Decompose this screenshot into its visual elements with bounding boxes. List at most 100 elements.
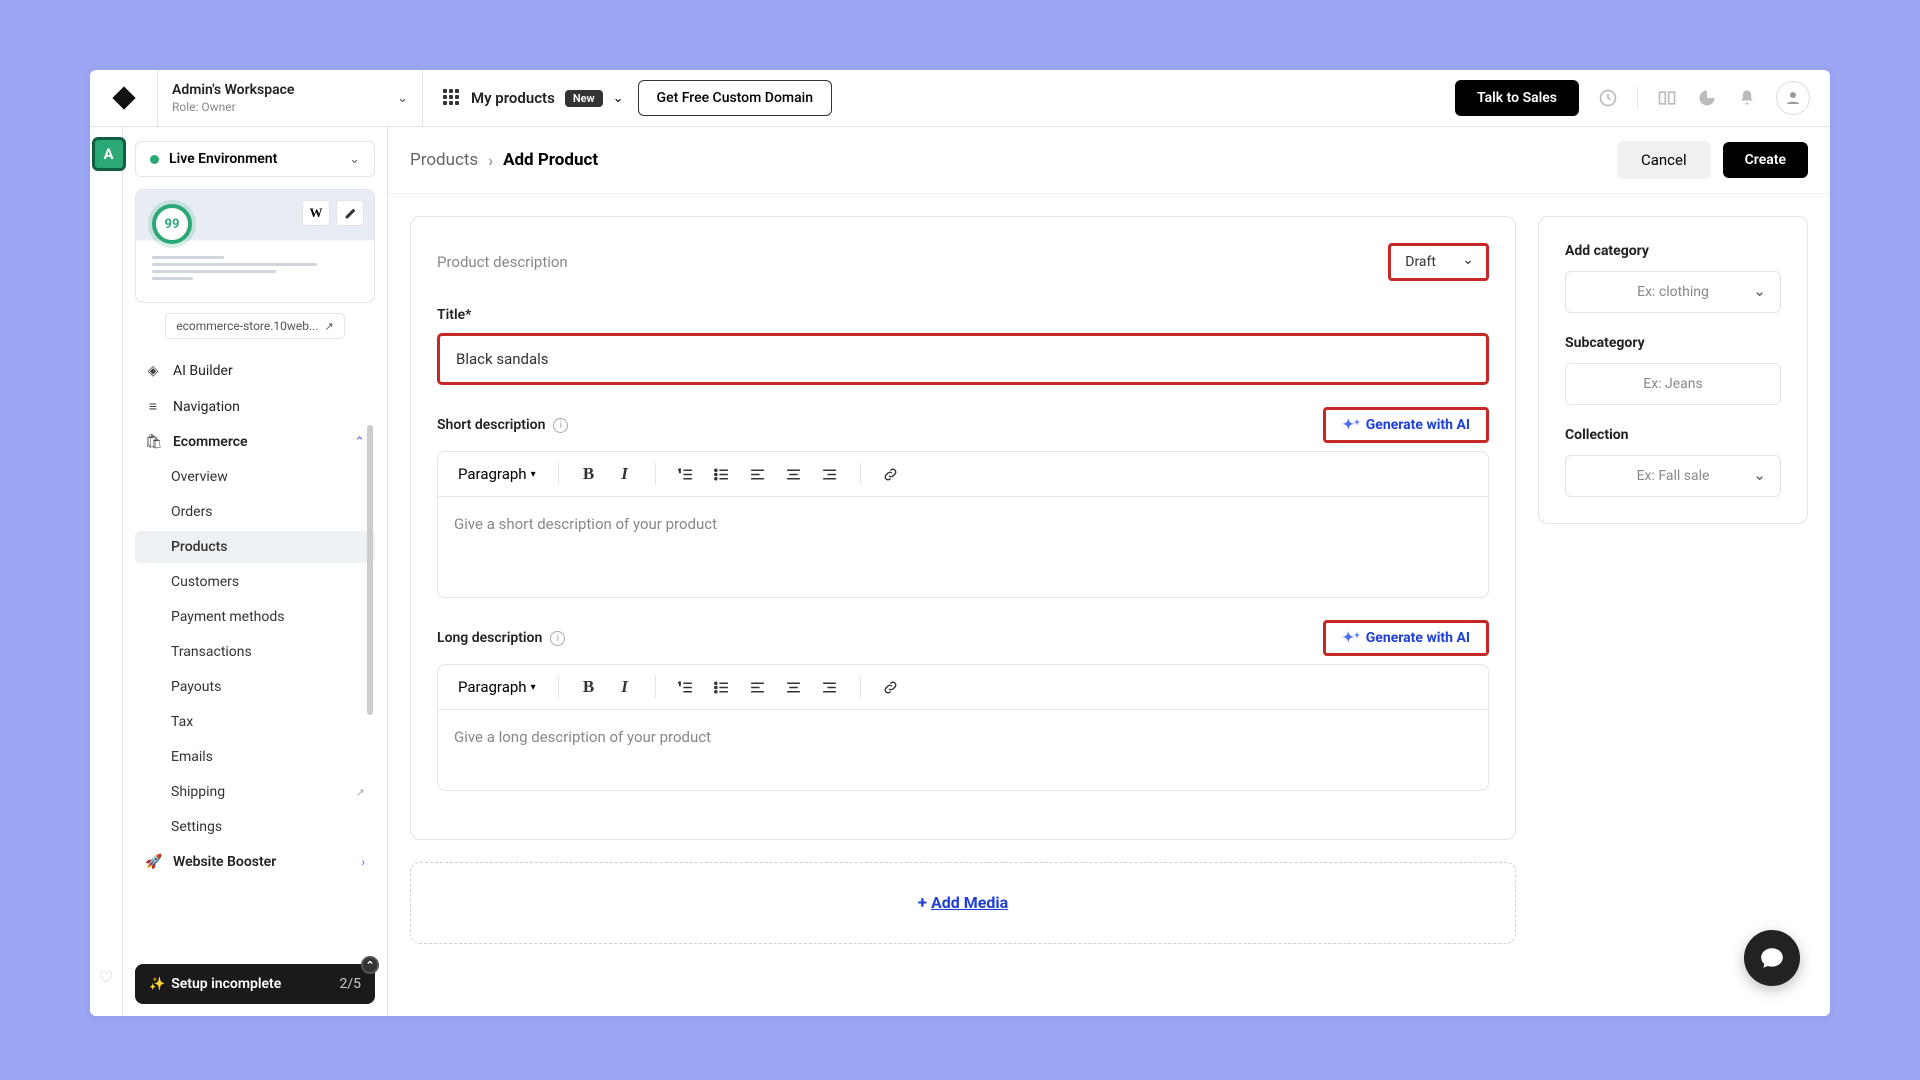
nav-orders[interactable]: Orders bbox=[135, 496, 375, 528]
bell-icon[interactable] bbox=[1736, 87, 1758, 109]
user-avatar[interactable] bbox=[1776, 81, 1810, 115]
button-label: Generate with AI bbox=[1366, 630, 1470, 646]
sparkle-icon: ✨ bbox=[149, 977, 165, 992]
generate-with-ai-button-short[interactable]: ✦⁺ Generate with AI bbox=[1323, 407, 1489, 443]
link-button[interactable] bbox=[877, 673, 905, 701]
brand-logo[interactable] bbox=[90, 70, 158, 127]
talk-to-sales-button[interactable]: Talk to Sales bbox=[1455, 80, 1579, 116]
divider bbox=[558, 463, 559, 485]
chart-icon[interactable] bbox=[1696, 87, 1718, 109]
nav-customers[interactable]: Customers bbox=[135, 566, 375, 598]
nav-payouts[interactable]: Payouts bbox=[135, 671, 375, 703]
nav-ecommerce[interactable]: 🛍Ecommerce⌃ bbox=[135, 426, 375, 458]
paragraph-dropdown[interactable]: Paragraph ▾ bbox=[452, 674, 542, 700]
divider bbox=[655, 676, 656, 698]
nav-ai-builder[interactable]: ◈AI Builder bbox=[135, 355, 375, 387]
chevron-down-icon: ⌄ bbox=[613, 91, 624, 106]
chat-fab[interactable] bbox=[1744, 930, 1800, 986]
scrollbar[interactable] bbox=[367, 425, 373, 715]
bold-button[interactable]: B bbox=[575, 673, 603, 701]
bullet-list-button[interactable] bbox=[708, 673, 736, 701]
sparkle-icon: ✦⁺ bbox=[1342, 631, 1359, 645]
long-description-textarea[interactable]: Give a long description of your product bbox=[438, 710, 1488, 790]
ordered-list-button[interactable]: 1 bbox=[672, 460, 700, 488]
layers-icon: ◈ bbox=[145, 363, 161, 379]
nav-navigation[interactable]: ≡ Navigation bbox=[135, 390, 375, 423]
long-description-editor: Paragraph ▾ B I 1 bbox=[437, 664, 1489, 791]
get-custom-domain-button[interactable]: Get Free Custom Domain bbox=[638, 80, 832, 116]
category-select[interactable]: Ex: clothing bbox=[1565, 271, 1781, 313]
nav-tax[interactable]: Tax bbox=[135, 706, 375, 738]
status-dropdown[interactable]: Draft bbox=[1388, 243, 1489, 281]
nav-emails[interactable]: Emails bbox=[135, 741, 375, 773]
cancel-button[interactable]: Cancel bbox=[1617, 141, 1711, 179]
my-products-dropdown[interactable]: My products New ⌄ bbox=[443, 89, 624, 107]
create-button[interactable]: Create bbox=[1723, 142, 1808, 178]
nav-label: Navigation bbox=[173, 399, 240, 415]
site-avatar[interactable]: A bbox=[92, 137, 126, 171]
environment-label: Live Environment bbox=[169, 151, 277, 167]
site-url: ecommerce-store.10web... bbox=[176, 319, 318, 333]
generate-with-ai-button-long[interactable]: ✦⁺ Generate with AI bbox=[1323, 620, 1489, 656]
breadcrumb-products[interactable]: Products bbox=[410, 150, 478, 170]
wordpress-button[interactable]: W bbox=[302, 200, 330, 226]
align-left-button[interactable] bbox=[744, 673, 772, 701]
sparkle-icon: ✦⁺ bbox=[1342, 418, 1359, 432]
site-preview[interactable]: 99 W bbox=[135, 189, 375, 303]
add-media-card[interactable]: +Add Media bbox=[410, 862, 1516, 944]
chevron-down-icon: ⌄ bbox=[397, 91, 408, 106]
plus-icon: + bbox=[918, 893, 927, 913]
button-label: Generate with AI bbox=[1366, 417, 1470, 433]
nav-products[interactable]: Products bbox=[135, 531, 375, 563]
environment-selector[interactable]: Live Environment ⌄ bbox=[135, 141, 375, 177]
subcategory-select[interactable]: Ex: Jeans bbox=[1565, 363, 1781, 405]
divider bbox=[860, 463, 861, 485]
align-center-button[interactable] bbox=[780, 673, 808, 701]
workspace-selector[interactable]: Admin's Workspace Role: Owner ⌄ bbox=[158, 70, 423, 127]
edit-button[interactable] bbox=[336, 200, 364, 226]
add-media-link[interactable]: Add Media bbox=[931, 893, 1008, 912]
align-center-button[interactable] bbox=[780, 460, 808, 488]
caret-down-icon: ▾ bbox=[531, 682, 536, 693]
collection-select[interactable]: Ex: Fall sale bbox=[1565, 455, 1781, 497]
bold-button[interactable]: B bbox=[575, 460, 603, 488]
chevron-down-icon: ⌄ bbox=[349, 152, 360, 167]
align-right-button[interactable] bbox=[816, 673, 844, 701]
chevron-right-icon: › bbox=[488, 151, 493, 170]
short-description-textarea[interactable]: Give a short description of your product bbox=[438, 497, 1488, 597]
info-icon[interactable]: i bbox=[550, 631, 565, 646]
clock-icon[interactable] bbox=[1597, 87, 1619, 109]
nav-overview[interactable]: Overview bbox=[135, 461, 375, 493]
nav-website-booster[interactable]: 🚀Website Booster› bbox=[135, 846, 375, 878]
menu-icon: ≡ bbox=[145, 398, 161, 415]
short-description-editor: Paragraph▾ B I 1 bbox=[437, 451, 1489, 598]
info-icon[interactable]: i bbox=[553, 418, 568, 433]
site-url-chip[interactable]: ecommerce-store.10web... ↗ bbox=[165, 313, 344, 339]
bullet-list-button[interactable] bbox=[708, 460, 736, 488]
collapse-icon[interactable]: ⌃ bbox=[361, 956, 379, 974]
ordered-list-button[interactable]: 1 bbox=[672, 673, 700, 701]
svg-text:1: 1 bbox=[679, 681, 682, 687]
label-text: Short description bbox=[437, 417, 545, 433]
align-left-button[interactable] bbox=[744, 460, 772, 488]
setup-incomplete-banner[interactable]: ✨ Setup incomplete 2/5 ⌃ bbox=[135, 964, 375, 1004]
nav-shipping[interactable]: Shipping↗ bbox=[135, 776, 375, 808]
title-input[interactable] bbox=[437, 333, 1489, 385]
align-right-button[interactable] bbox=[816, 460, 844, 488]
italic-button[interactable]: I bbox=[611, 673, 639, 701]
new-badge: New bbox=[565, 90, 603, 107]
nav-payment-methods[interactable]: Payment methods bbox=[135, 601, 375, 633]
heart-icon[interactable]: ♡ bbox=[98, 968, 113, 988]
dropdown-label: Paragraph bbox=[458, 465, 527, 483]
book-icon[interactable] bbox=[1656, 87, 1678, 109]
dropdown-label: Paragraph bbox=[458, 678, 527, 696]
italic-button[interactable]: I bbox=[611, 460, 639, 488]
rocket-icon: 🚀 bbox=[145, 854, 161, 870]
nav-transactions[interactable]: Transactions bbox=[135, 636, 375, 668]
nav-settings[interactable]: Settings bbox=[135, 811, 375, 843]
grid-icon bbox=[443, 89, 461, 107]
paragraph-dropdown[interactable]: Paragraph▾ bbox=[452, 461, 542, 487]
link-button[interactable] bbox=[877, 460, 905, 488]
performance-score: 99 bbox=[152, 204, 192, 244]
status-dot-icon bbox=[150, 155, 159, 164]
